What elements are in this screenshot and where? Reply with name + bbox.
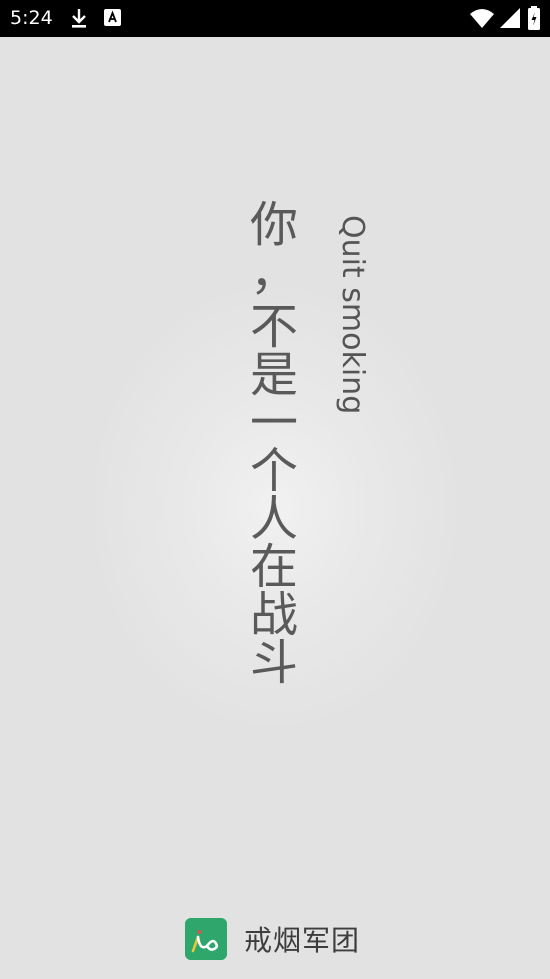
- slogan-char: 在: [249, 539, 298, 595]
- download-icon: [70, 7, 88, 33]
- subtitle-quit-smoking: Quit smoking: [335, 215, 370, 415]
- slogan-char: 斗: [249, 635, 298, 691]
- slogan-char: 个: [249, 443, 298, 499]
- status-bar: 5:24: [0, 0, 550, 37]
- cellular-signal-icon: [500, 8, 520, 32]
- slogan-vertical-text: 你 ， 不 是 一 个 人 在 战 斗: [243, 201, 305, 687]
- wifi-icon: [470, 8, 494, 32]
- slogan-char: 是: [249, 347, 298, 403]
- slogan-char: 人: [249, 491, 298, 547]
- battery-icon: [528, 6, 540, 34]
- slogan-char: 不: [249, 299, 298, 355]
- status-time: 5:24: [10, 7, 53, 29]
- splash-screen[interactable]: 你 ， 不 是 一 个 人 在 战 斗 Quit smoking 戒烟军团: [0, 37, 550, 979]
- slogan-comma: ，: [249, 245, 298, 301]
- slogan-char: 你: [249, 197, 298, 253]
- brand: 戒烟军团: [185, 917, 360, 961]
- app-logo-icon: [185, 918, 227, 960]
- slogan-char: 一: [249, 395, 298, 451]
- font-a-icon: [104, 9, 121, 30]
- slogan-char: 战: [249, 587, 298, 643]
- app-name: 戒烟军团: [244, 924, 361, 957]
